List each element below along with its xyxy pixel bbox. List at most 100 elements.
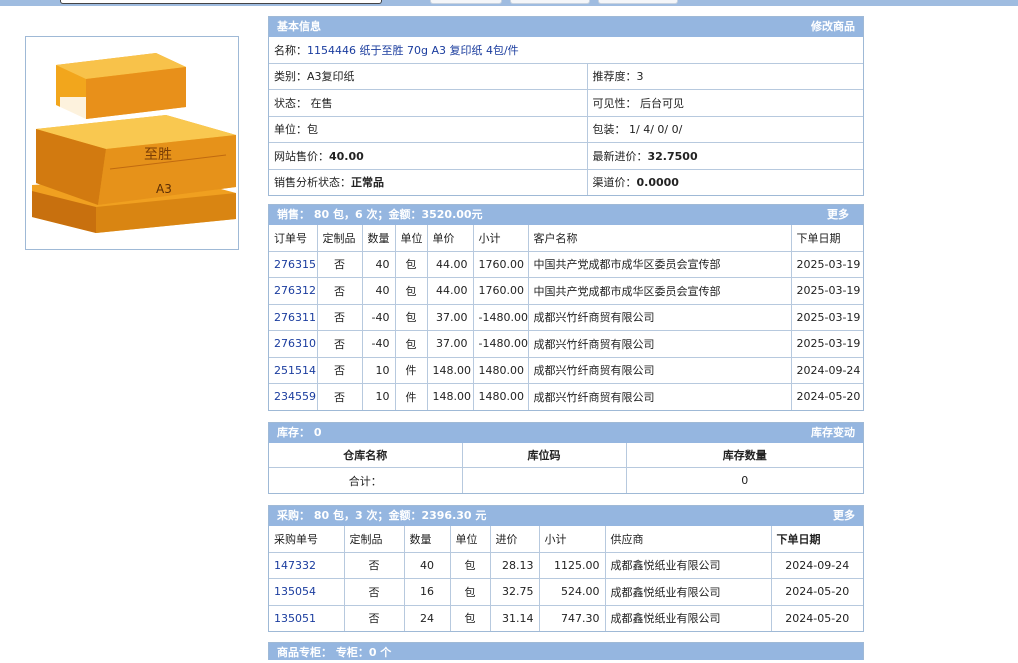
order-link[interactable]: 276310 — [274, 337, 316, 350]
recommend-label: 推荐度： — [592, 70, 637, 84]
qty-cell: 40 — [361, 277, 396, 305]
col-subtotal: 小计 — [472, 225, 529, 252]
total-label: 合计： — [269, 467, 463, 493]
cost-cell: 28.13 — [489, 552, 540, 579]
date-cell: 2024-05-20 — [790, 383, 863, 410]
date-cell: 2025-03-19 — [790, 303, 863, 331]
total-qty: 0 — [625, 467, 863, 493]
qty-cell: 10 — [361, 383, 396, 410]
subtotal-cell: -1480.00 — [472, 330, 529, 358]
packing-label: 包装： — [592, 123, 626, 137]
table-row: 276311 否 -40 包 37.00 -1480.00 成都兴竹纤商贸有限公… — [269, 303, 863, 331]
top-tab-button[interactable] — [510, 0, 590, 4]
col-date: 下单日期 — [770, 526, 863, 553]
edit-product-link[interactable]: 修改商品 — [811, 17, 855, 37]
recommend-value: 3 — [636, 70, 644, 84]
date-cell: 2024-09-24 — [790, 356, 863, 384]
basic-info-header: 基本信息 修改商品 — [269, 17, 863, 37]
unit-cell: 包 — [394, 330, 428, 358]
cost-cell: 31.14 — [489, 604, 540, 631]
price-cell: 44.00 — [426, 251, 474, 278]
purchase-link[interactable]: 135051 — [274, 612, 316, 625]
table-row: 276310 否 -40 包 37.00 -1480.00 成都兴竹纤商贸有限公… — [269, 330, 863, 358]
unit-cell: 包 — [449, 604, 491, 631]
supplier-cell: 成都鑫悦纸业有限公司 — [604, 552, 772, 579]
top-search-box[interactable] — [60, 0, 382, 4]
sales-more-link[interactable]: 更多 — [827, 205, 849, 225]
qty-cell: 24 — [403, 604, 451, 631]
latest-cost-label: 最新进价： — [592, 149, 648, 163]
stock-change-link[interactable]: 库存变动 — [811, 423, 855, 443]
col-qty: 数量 — [361, 225, 396, 252]
custom-cell: 否 — [316, 251, 363, 278]
custom-cell: 否 — [343, 604, 405, 631]
analysis-value: 正常品 — [351, 176, 384, 190]
stock-table: 仓库名称 库位码 库存数量 合计： 0 — [269, 443, 863, 493]
cabinet-summary: 商品专柜： 专柜：0 个 — [277, 646, 392, 659]
col-customer: 客户名称 — [527, 225, 792, 252]
svg-text:至胜: 至胜 — [144, 147, 172, 163]
col-custom: 定制品 — [316, 225, 363, 252]
order-link[interactable]: 276315 — [274, 258, 316, 271]
stock-panel: 库存： 0 库存变动 仓库名称 库位码 库存数量 合计： 0 — [268, 422, 864, 494]
name-label: 名称： — [274, 43, 307, 57]
stock-header-row: 仓库名称 库位码 库存数量 — [269, 443, 863, 468]
top-toolbar-strip — [0, 0, 1018, 6]
subtotal-cell: 1760.00 — [472, 277, 529, 305]
order-link[interactable]: 234559 — [274, 390, 316, 403]
visibility-value: 后台可见 — [640, 96, 684, 110]
total-location — [461, 467, 627, 493]
subtotal-cell: 1480.00 — [472, 383, 529, 410]
channel-price-label: 渠道价： — [592, 176, 637, 190]
order-link[interactable]: 251514 — [274, 364, 316, 377]
purchase-link[interactable]: 147332 — [274, 559, 316, 572]
qty-cell: 40 — [403, 552, 451, 579]
order-link[interactable]: 276311 — [274, 311, 316, 324]
col-location: 库位码 — [461, 443, 627, 468]
date-cell: 2024-05-20 — [770, 578, 863, 606]
table-row: 135054 否 16 包 32.75 524.00 成都鑫悦纸业有限公司 20… — [269, 578, 863, 606]
price-cell: 148.00 — [426, 356, 474, 384]
qty-cell: -40 — [361, 303, 396, 331]
name-row: 名称：1154446 纸于至胜 70g A3 复印纸 4包/件 — [269, 37, 863, 64]
subtotal-cell: 1480.00 — [472, 356, 529, 384]
purchase-summary: 采购： 80 包，3 次；金额：2396.30 元 — [277, 509, 487, 522]
col-cost: 进价 — [489, 526, 540, 553]
qty-cell: 10 — [361, 356, 396, 384]
sales-panel: 销售： 80 包，6 次；金额：3520.00元 更多 订单号 定制品 数量 单… — [268, 204, 864, 411]
col-stock-qty: 库存数量 — [625, 443, 863, 468]
custom-cell: 否 — [343, 552, 405, 579]
date-cell: 2024-05-20 — [770, 604, 863, 631]
col-custom: 定制品 — [343, 526, 405, 553]
channel-price-value: 0.0000 — [636, 176, 679, 190]
basic-info-title: 基本信息 — [277, 20, 321, 33]
subtotal-cell: 1125.00 — [538, 552, 606, 579]
supplier-cell: 成都鑫悦纸业有限公司 — [604, 578, 772, 606]
unit-cell: 包 — [449, 552, 491, 579]
table-row: 276312 否 40 包 44.00 1760.00 中国共产党成都市成华区委… — [269, 277, 863, 305]
category-label: 类别： — [274, 70, 307, 84]
category-value: A3复印纸 — [307, 70, 355, 84]
table-row: 135051 否 24 包 31.14 747.30 成都鑫悦纸业有限公司 20… — [269, 604, 863, 631]
date-cell: 2024-09-24 — [770, 552, 863, 579]
customer-cell: 成都兴竹纤商贸有限公司 — [527, 330, 792, 358]
top-tab-button[interactable] — [430, 0, 502, 4]
sales-table: 订单号 定制品 数量 单位 单价 小计 客户名称 下单日期 276315 否 4… — [269, 225, 863, 410]
price-cell: 148.00 — [426, 383, 474, 410]
date-cell: 2025-03-19 — [790, 277, 863, 305]
col-price: 单价 — [426, 225, 474, 252]
customer-cell: 成都兴竹纤商贸有限公司 — [527, 303, 792, 331]
purchase-link[interactable]: 135054 — [274, 585, 316, 598]
basic-info-table: 名称：1154446 纸于至胜 70g A3 复印纸 4包/件 类别：A3复印纸… — [269, 37, 863, 195]
col-qty: 数量 — [403, 526, 451, 553]
unit-cell: 件 — [394, 356, 428, 384]
custom-cell: 否 — [316, 330, 363, 358]
qty-cell: 40 — [361, 251, 396, 278]
order-link[interactable]: 276312 — [274, 284, 316, 297]
date-cell: 2025-03-19 — [790, 251, 863, 278]
top-tab-button[interactable] — [598, 0, 678, 4]
purchase-more-link[interactable]: 更多 — [833, 506, 855, 526]
purchase-header: 采购： 80 包，3 次；金额：2396.30 元 更多 — [269, 506, 863, 526]
unit-value: 包 — [307, 123, 318, 137]
svg-text:A3: A3 — [156, 182, 172, 196]
